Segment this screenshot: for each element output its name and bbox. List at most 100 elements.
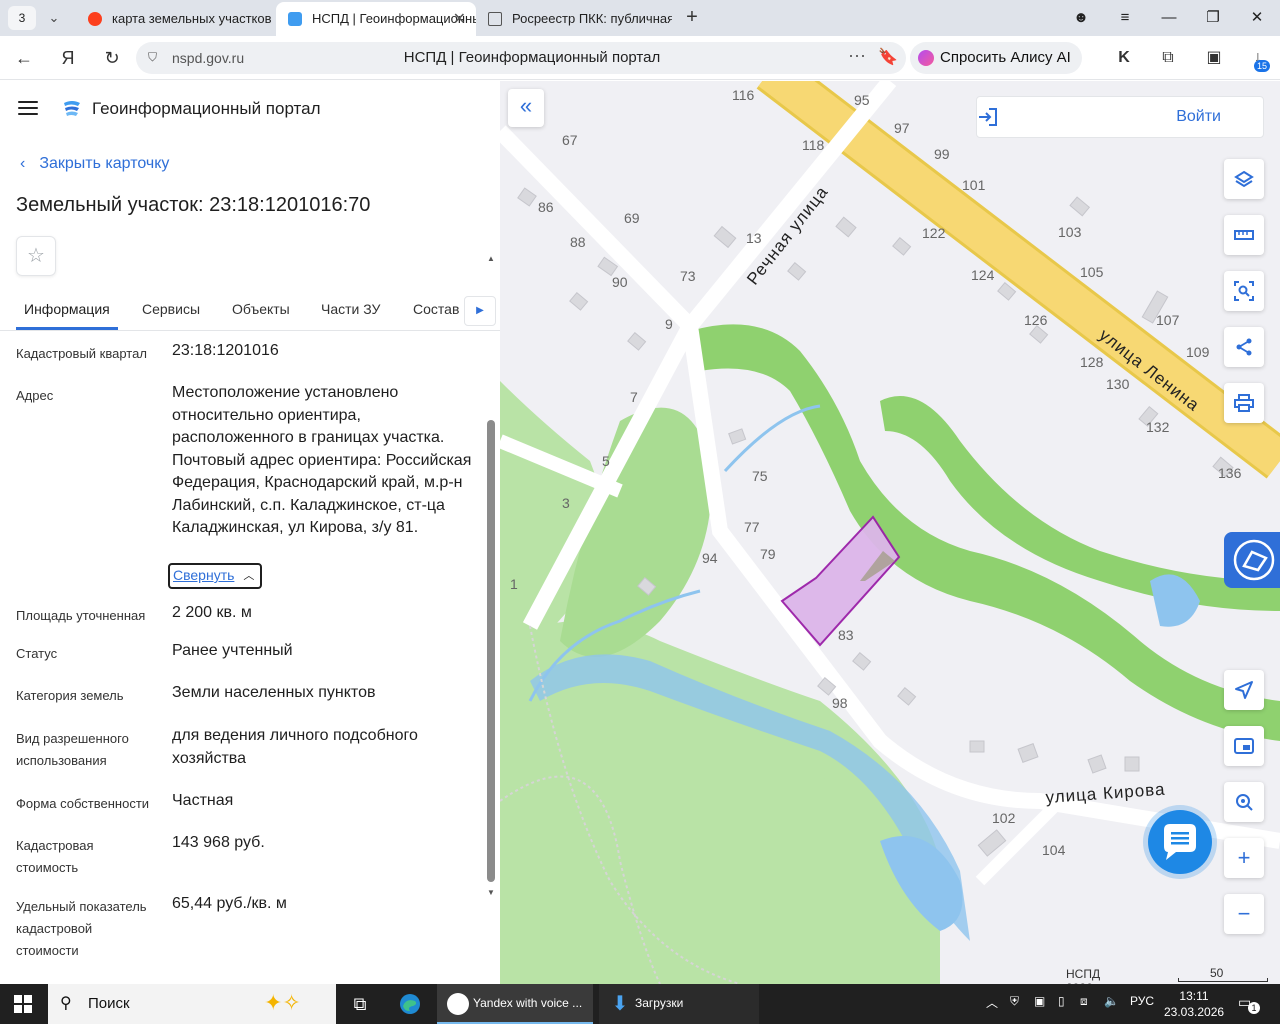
tab-parts[interactable]: Части ЗУ (321, 301, 380, 317)
collapse-panel-icon[interactable]: « (508, 89, 544, 127)
select-area-button[interactable] (1224, 271, 1264, 311)
row-value: Ранее учтенный (172, 642, 293, 659)
tab-services[interactable]: Сервисы (142, 301, 200, 317)
windows-start-icon[interactable] (14, 995, 32, 1013)
download-arrow-icon: ⬇ (611, 993, 629, 1015)
taskbar: ⚲ Поиск ✦✧ ⧉ Yandex with voice ... ⬇ Заг… (0, 984, 1280, 1024)
chat-button[interactable] (1148, 810, 1212, 874)
back-icon[interactable]: ← (12, 46, 36, 70)
house-number: 13 (746, 230, 762, 246)
close-window-icon[interactable]: ✕ (1242, 6, 1272, 30)
tab-yandex-search[interactable]: карта земельных участков (76, 2, 272, 36)
reload-icon[interactable]: ↻ (100, 46, 124, 70)
profile-icon[interactable]: ☻ (1066, 6, 1096, 30)
minimap-icon (1234, 738, 1254, 754)
tab-counter[interactable]: 3 (8, 6, 36, 30)
share-button[interactable] (1224, 327, 1264, 367)
url-field[interactable]: ⛉ nspd.gov.ru НСПД | Геоинформационный п… (136, 42, 906, 74)
zoom-out-button[interactable]: − (1224, 894, 1264, 934)
page-title-in-url: НСПД | Геоинформационный портал (403, 49, 661, 66)
close-card-link[interactable]: ‹ Закрыть карточку (20, 155, 169, 173)
tray-volume-icon[interactable]: 🔈 (1104, 994, 1119, 1008)
layers-button[interactable] (1224, 159, 1264, 199)
chat-bubble-icon (1164, 824, 1196, 860)
collapse-button[interactable]: Свернуть ︿ (168, 563, 263, 589)
house-number: 94 (702, 550, 718, 566)
tab-nspd[interactable]: НСПД | Геоинформационный портал ✕ (276, 2, 476, 36)
taskbar-search[interactable]: ⚲ Поиск ✦✧ (48, 984, 336, 1024)
tab-rosreestr[interactable]: Росреестр ПКК: публичная (476, 2, 672, 36)
portal-logo-icon (64, 101, 80, 116)
menu-icon[interactable]: ≡ (1110, 6, 1140, 30)
scrollbar-thumb[interactable] (487, 420, 495, 882)
extension-k-icon[interactable]: K (1112, 46, 1136, 70)
print-button[interactable] (1224, 383, 1264, 423)
input-language[interactable]: РУС (1130, 994, 1154, 1008)
extension-shield-icon[interactable]: ▣ (1202, 46, 1226, 70)
taskbar-app-yandex[interactable]: Yandex with voice ... (437, 984, 593, 1024)
plus-icon: + (1237, 845, 1251, 870)
bookmark-icon[interactable]: 🔖 (878, 47, 898, 67)
hamburger-menu-icon[interactable] (18, 101, 38, 115)
edge-icon[interactable] (398, 992, 422, 1016)
info-panel: Геоинформационный портал ‹ Закрыть карточ… (0, 81, 500, 984)
login-label: Войти (1176, 108, 1221, 125)
tray-shield-icon[interactable]: ⛨ (1010, 994, 1019, 1009)
login-button[interactable]: Войти (976, 96, 1264, 138)
scale-bar (1178, 978, 1268, 982)
measure-button[interactable] (1224, 215, 1264, 255)
row-label: Адрес (16, 388, 54, 403)
house-number: 109 (1186, 344, 1210, 360)
house-number: 5 (602, 453, 610, 469)
house-number: 83 (838, 627, 854, 643)
clock-date: 23.03.2026 (1164, 1005, 1225, 1019)
clock[interactable]: 13:11 23.03.2026 (1164, 988, 1224, 1020)
scroll-up-icon[interactable]: ▲ (486, 254, 496, 264)
minimap-button[interactable] (1224, 726, 1264, 766)
taskbar-app-downloads[interactable]: ⬇ Загрузки (599, 984, 759, 1024)
tray-app-icon[interactable]: ▣ (1034, 994, 1045, 1008)
house-number: 77 (744, 519, 760, 535)
house-number: 79 (760, 546, 776, 562)
browser-tab-bar: 3 ⌄ карта земельных участков НСПД | Геои… (0, 0, 1280, 36)
yandex-logo-icon[interactable]: Я (56, 46, 80, 70)
tab-composition[interactable]: Состав (413, 301, 459, 317)
new-tab-icon[interactable]: + (680, 6, 704, 30)
more-icon[interactable]: ··· (848, 45, 866, 66)
restore-icon[interactable]: ❐ (1198, 6, 1228, 30)
search-location-button[interactable] (1224, 782, 1264, 822)
alice-label: Спросить Алису AI (940, 49, 1071, 66)
task-view-icon[interactable]: ⧉ (348, 992, 372, 1016)
house-number: 107 (1156, 312, 1180, 328)
panel-scrollbar[interactable]: ▲ ▼ (486, 252, 496, 903)
notification-icon[interactable]: ▭ 1 (1238, 994, 1260, 1014)
tray-network-icon[interactable]: ⧈ (1080, 994, 1088, 1009)
chevron-up-icon: ︿ (243, 570, 255, 582)
chevron-down-icon[interactable]: ⌄ (44, 8, 64, 28)
tab-objects[interactable]: Объекты (232, 301, 290, 317)
tab-information[interactable]: Информация (24, 301, 110, 317)
extension-puzzle-icon[interactable]: ⧉ (1156, 46, 1180, 70)
clock-time: 13:11 (1179, 989, 1209, 1003)
house-number: 104 (1042, 842, 1066, 858)
yandex-icon (88, 12, 102, 26)
side-panel-tab[interactable] (1224, 532, 1280, 588)
close-tab-icon[interactable]: ✕ (453, 9, 466, 29)
scroll-down-icon[interactable]: ▼ (486, 888, 496, 898)
tray-chevron-up-icon[interactable]: ︿ (986, 994, 998, 1011)
tab-label: карта земельных участков (112, 11, 272, 26)
house-number: 99 (934, 146, 950, 162)
row-label: Кадастровая стоимость (16, 838, 94, 875)
minimize-icon[interactable]: — (1154, 6, 1184, 30)
house-number: 132 (1146, 419, 1170, 435)
geolocation-button[interactable] (1224, 670, 1264, 710)
row-label: Категория земель (16, 688, 124, 703)
house-number: 90 (612, 274, 628, 290)
house-number: 97 (894, 120, 910, 136)
ask-alice-button[interactable]: Спросить Алису AI (910, 42, 1082, 74)
favorite-star-icon[interactable]: ☆ (16, 236, 56, 276)
tray-battery-icon[interactable]: ▯ (1058, 994, 1065, 1008)
zoom-in-button[interactable]: + (1224, 838, 1264, 878)
map-view[interactable]: Речная улица улица Ленина улица Кирова 1… (500, 81, 1280, 984)
share-icon (1236, 338, 1252, 356)
